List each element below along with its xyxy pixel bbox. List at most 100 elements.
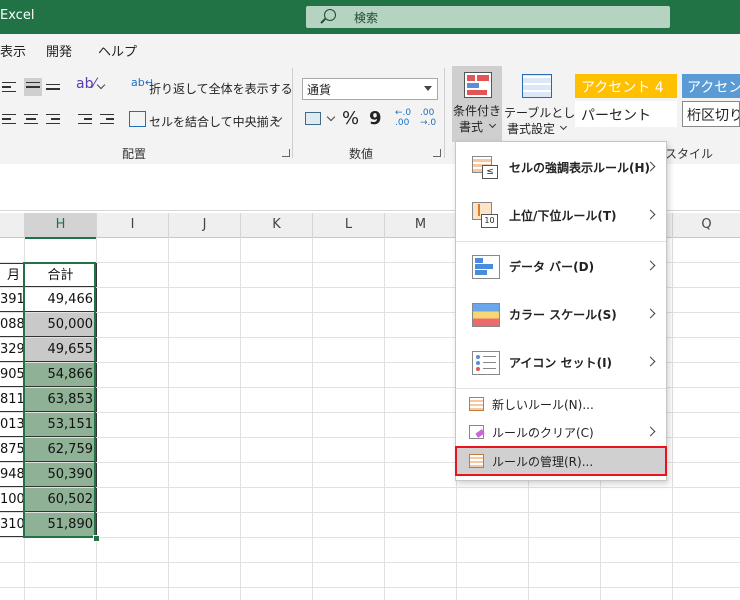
grid-line bbox=[312, 237, 313, 600]
table-cell-total[interactable]: 53,151 bbox=[24, 413, 97, 437]
accounting-format-icon[interactable] bbox=[305, 112, 321, 125]
highlight-cells-rules-icon: ≤ bbox=[472, 156, 498, 179]
table-cell-g[interactable]: 100 bbox=[0, 488, 25, 512]
grid-line bbox=[168, 237, 169, 600]
table-cell-g[interactable]: 905 bbox=[0, 363, 25, 387]
decrease-decimal-button[interactable]: .00 →.0 bbox=[420, 108, 442, 128]
style-accent5[interactable]: アクセン bbox=[682, 74, 740, 98]
table-cell-g[interactable]: 329 bbox=[0, 338, 25, 362]
decrease-indent-icon[interactable] bbox=[78, 114, 92, 125]
table-cell-total[interactable]: 50,000 bbox=[24, 313, 97, 337]
column-header-m[interactable]: M bbox=[385, 213, 457, 238]
table-cell-total[interactable]: 60,502 bbox=[24, 488, 97, 512]
grid-line bbox=[384, 237, 385, 600]
format-as-table-label-2[interactable]: 書式設定 bbox=[507, 120, 555, 137]
menu-item-color-scales[interactable]: カラー スケール(S) bbox=[456, 291, 666, 339]
align-right-icon[interactable] bbox=[46, 114, 60, 125]
conditional-formatting-menu: ≤ セルの強調表示ルール(H) 10 上位/下位ルール(T) データ バー(D)… bbox=[455, 141, 667, 481]
menu-item-label: セルの強調表示ルール(H) bbox=[509, 161, 651, 175]
conditional-formatting-label-2: 書式 bbox=[459, 120, 484, 134]
menu-item-clear-rules[interactable]: ルールのクリア(C) bbox=[456, 418, 666, 446]
title-bar: Excel 検索 bbox=[0, 0, 740, 34]
table-cell-g[interactable]: 811 bbox=[0, 388, 25, 412]
accounting-dropdown-icon[interactable] bbox=[326, 112, 336, 122]
table-cell-g[interactable]: 088 bbox=[0, 313, 25, 337]
column-header-q[interactable]: Q bbox=[673, 213, 740, 238]
number-format-select[interactable]: 通貨 bbox=[302, 78, 438, 100]
table-cell-total[interactable]: 51,890 bbox=[24, 513, 97, 537]
style-percent-label: パーセント bbox=[581, 108, 651, 124]
grid-line bbox=[240, 237, 241, 600]
menu-item-label: データ バー(D) bbox=[509, 260, 595, 274]
menu-divider bbox=[456, 388, 666, 389]
increase-decimal-button[interactable]: ←.0 .00 bbox=[395, 108, 417, 128]
ribbon-tab-row: 表示 開発 ヘルプ bbox=[0, 34, 740, 62]
style-comma[interactable]: 桁区切り bbox=[682, 101, 740, 127]
tab-help[interactable]: ヘルプ bbox=[98, 41, 137, 60]
column-header-i[interactable]: I bbox=[97, 213, 169, 238]
table-header-total[interactable]: 合計 bbox=[24, 263, 97, 287]
column-header-k[interactable]: K bbox=[241, 213, 313, 238]
table-cell-g[interactable]: 310 bbox=[0, 513, 25, 537]
chevron-right-icon bbox=[645, 260, 656, 271]
table-cell-g[interactable]: 391 bbox=[0, 288, 25, 312]
format-as-table-icon bbox=[522, 74, 552, 98]
conditional-formatting-button[interactable]: 条件付き 書式 bbox=[452, 66, 502, 142]
align-top-icon[interactable] bbox=[2, 82, 16, 93]
fill-handle[interactable] bbox=[93, 535, 100, 542]
number-format-value: 通貨 bbox=[307, 83, 332, 97]
column-header-h[interactable]: H bbox=[25, 213, 97, 239]
color-scales-icon bbox=[472, 303, 500, 327]
table-cell-total[interactable]: 62,759 bbox=[24, 438, 97, 462]
number-dialog-launcher-icon[interactable] bbox=[433, 149, 441, 157]
menu-item-label: ルールの管理(R)... bbox=[492, 455, 594, 469]
tab-view[interactable]: 表示 bbox=[0, 41, 26, 60]
search-box[interactable]: 検索 bbox=[306, 6, 670, 28]
table-cell-total[interactable]: 54,866 bbox=[24, 363, 97, 387]
align-middle-icon[interactable] bbox=[24, 78, 42, 96]
merge-center-icon bbox=[129, 111, 146, 127]
menu-item-icon-sets[interactable]: アイコン セット(I) bbox=[456, 339, 666, 387]
comma-style-button[interactable]: 9 bbox=[369, 108, 382, 129]
manage-rules-icon bbox=[469, 454, 484, 468]
menu-item-new-rule[interactable]: 新しいルール(N)... bbox=[456, 390, 666, 418]
search-label: 検索 bbox=[354, 11, 379, 25]
align-bottom-icon[interactable] bbox=[46, 84, 60, 95]
table-cell-total[interactable]: 63,853 bbox=[24, 388, 97, 412]
tab-developer[interactable]: 開発 bbox=[46, 41, 72, 60]
menu-item-top-bottom-rules[interactable]: 10 上位/下位ルール(T) bbox=[456, 192, 666, 240]
chevron-down-icon bbox=[424, 86, 432, 91]
menu-item-highlight-cells-rules[interactable]: ≤ セルの強調表示ルール(H) bbox=[456, 144, 666, 192]
style-accent4[interactable]: アクセント 4 bbox=[575, 74, 677, 98]
align-left-icon[interactable] bbox=[2, 114, 16, 125]
column-header-l[interactable]: L bbox=[313, 213, 385, 238]
menu-item-manage-rules[interactable]: ルールの管理(R)... bbox=[455, 446, 667, 476]
table-cell-g[interactable]: 948 bbox=[0, 463, 25, 487]
align-center-icon[interactable] bbox=[24, 114, 38, 125]
style-comma-label: 桁区切り bbox=[687, 108, 740, 124]
orientation-dropdown-icon[interactable] bbox=[96, 80, 106, 90]
table-cell-g[interactable]: 013 bbox=[0, 413, 25, 437]
increase-indent-icon[interactable] bbox=[100, 114, 114, 125]
data-bars-icon bbox=[472, 255, 500, 279]
merge-center-button[interactable]: セルを結合して中央揃え bbox=[149, 113, 281, 130]
table-cell-total[interactable]: 50,390 bbox=[24, 463, 97, 487]
style-accent4-label: アクセント 4 bbox=[581, 80, 664, 96]
table-header-cell[interactable]: 月 bbox=[0, 263, 24, 287]
menu-item-data-bars[interactable]: データ バー(D) bbox=[456, 243, 666, 291]
group-separator bbox=[292, 68, 293, 158]
conditional-formatting-icon bbox=[464, 72, 492, 98]
orientation-icon[interactable]: ab⁄ bbox=[76, 76, 96, 92]
group-label-styles: スタイル bbox=[665, 147, 714, 161]
column-header-j[interactable]: J bbox=[169, 213, 241, 238]
table-cell-g[interactable]: 875 bbox=[0, 438, 25, 462]
column-header-g[interactable] bbox=[0, 213, 25, 238]
menu-item-label: 上位/下位ルール(T) bbox=[509, 209, 617, 223]
table-cell-total[interactable]: 49,466 bbox=[24, 288, 97, 312]
style-percent[interactable]: パーセント bbox=[575, 101, 677, 127]
table-cell-total[interactable]: 49,655 bbox=[24, 338, 97, 362]
wrap-text-button[interactable]: 折り返して全体を表示する bbox=[149, 80, 293, 97]
percent-style-button[interactable]: % bbox=[342, 108, 359, 129]
chevron-right-icon bbox=[645, 356, 656, 367]
alignment-dialog-launcher-icon[interactable] bbox=[282, 149, 290, 157]
